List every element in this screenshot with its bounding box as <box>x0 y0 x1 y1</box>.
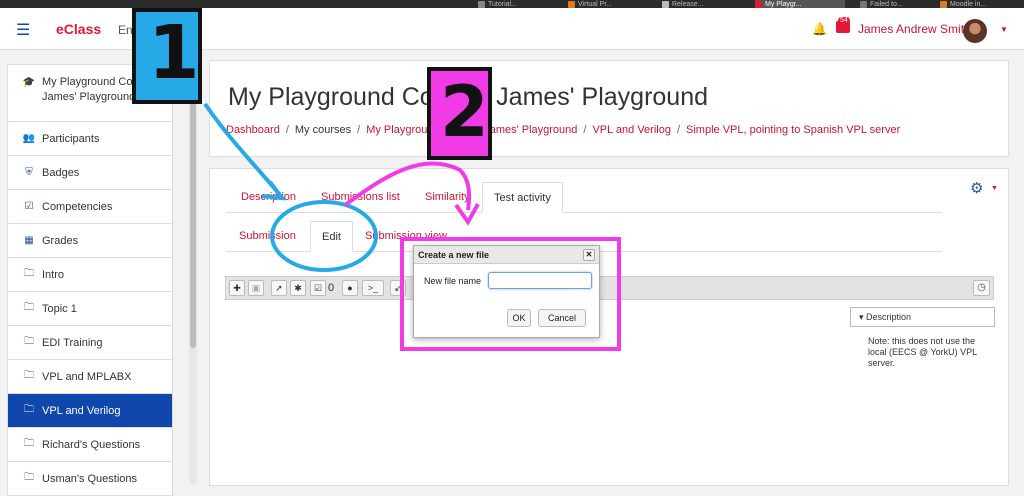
tab-similarity[interactable]: Similarity <box>414 182 481 213</box>
tab-test-activity[interactable]: Test activity <box>482 182 563 213</box>
folder-icon: 🗀 <box>24 268 34 279</box>
folder-icon: 🗀 <box>24 336 34 347</box>
brand-logo[interactable]: eClass <box>56 21 101 37</box>
checkbox-icon: ☑ <box>24 201 34 212</box>
folder-icon: 🗀 <box>24 404 34 415</box>
shield-icon: ⛨ <box>25 167 33 178</box>
breadcrumb-separator: / <box>285 124 289 136</box>
tab-favicon-icon <box>478 0 485 8</box>
page-header: My Playground Course: James' Playground … <box>209 60 1009 157</box>
breadcrumb-my-courses: My courses <box>294 124 352 136</box>
run-rocket-icon[interactable]: ➚ <box>271 280 287 296</box>
sidebar-scrollbar-thumb[interactable] <box>190 68 196 348</box>
save-icon[interactable]: ▣ <box>248 280 264 296</box>
sidebar-item-topic-1[interactable]: 🗀 Topic 1 <box>7 292 173 326</box>
sidebar-item-vpl-verilog[interactable]: 🗀 VPL and Verilog <box>7 394 173 428</box>
create-file-dialog: Create a new file ✕ New file name OK Can… <box>413 245 600 338</box>
primary-tabs: Description Submissions list Similarity … <box>226 182 942 213</box>
cancel-button[interactable]: Cancel <box>538 309 586 327</box>
ok-button[interactable]: OK <box>507 309 531 327</box>
clock-icon[interactable]: ◷ <box>973 280 990 296</box>
breadcrumb-section[interactable]: VPL and Verilog <box>592 124 670 136</box>
course-sidebar: 🎓 My Playground Course: James' Playgroun… <box>0 60 200 496</box>
breadcrumb-separator: / <box>583 124 587 136</box>
users-icon: 👥 <box>22 133 36 144</box>
chevron-down-icon[interactable]: ▼ <box>1000 25 1008 34</box>
sidebar-item-course[interactable]: 🎓 My Playground Course: James' Playgroun… <box>7 64 173 122</box>
chevron-down-icon[interactable]: ▼ <box>991 185 998 192</box>
browser-tab[interactable]: Failed to... <box>860 0 903 8</box>
close-icon[interactable]: ✕ <box>583 249 595 261</box>
gear-icon[interactable]: ⚙ <box>970 179 983 197</box>
message-count-badge: 54 <box>838 17 850 24</box>
dialog-title: Create a new file ✕ <box>414 246 599 264</box>
evaluate-check-icon[interactable]: ☑ <box>310 280 326 296</box>
sidebar-item-grades[interactable]: ▦ Grades <box>7 224 173 258</box>
comment-icon[interactable]: ● <box>342 280 358 296</box>
sidebar-item-usmans-questions[interactable]: 🗀 Usman's Questions <box>7 462 173 496</box>
breadcrumb: Dashboard / My courses / My Playground Cou… <box>226 124 900 136</box>
breadcrumb-separator: / <box>357 124 361 136</box>
folder-icon: 🗀 <box>24 472 34 483</box>
sidebar-nav-list: 🎓 My Playground Course: James' Playgroun… <box>7 64 173 496</box>
breadcrumb-activity[interactable]: Simple VPL, pointing to Spanish VPL serv… <box>686 124 900 136</box>
tab-edit[interactable]: Edit <box>310 221 353 252</box>
breadcrumb-dashboard[interactable]: Dashboard <box>226 124 280 136</box>
folder-icon: 🗀 <box>24 438 34 449</box>
evaluation-count: 0 <box>328 282 335 294</box>
browser-tab[interactable]: Virtual Pr... <box>568 0 612 8</box>
tab-favicon-icon <box>568 0 575 8</box>
file-name-label: New file name <box>424 276 482 286</box>
description-toggle[interactable]: ▾ Description <box>850 307 995 327</box>
hamburger-menu-icon[interactable]: ☰ <box>16 20 30 40</box>
avatar[interactable] <box>963 19 987 43</box>
tab-favicon-icon <box>662 0 669 8</box>
top-navbar: ☰ eClass Eng 🔔 54 James Andrew Smith ▼ <box>0 8 1024 50</box>
main-content: ⚙ ▼ Description Submissions list Similar… <box>209 168 1009 486</box>
sidebar-item-badges[interactable]: ⛨ Badges <box>7 156 173 190</box>
sidebar-item-competencies[interactable]: ☑ Competencies <box>7 190 173 224</box>
language-selector[interactable]: Eng <box>118 23 139 37</box>
tab-favicon-icon <box>940 0 947 8</box>
sidebar-item-vpl-mplabx[interactable]: 🗀 VPL and MPLABX <box>7 360 173 394</box>
fullscreen-icon[interactable]: ↙ <box>390 280 406 296</box>
console-icon[interactable]: >_ <box>362 280 384 296</box>
bell-icon[interactable]: 🔔 <box>812 22 827 36</box>
browser-tab[interactable]: Moodle in... <box>940 0 986 8</box>
page-title: My Playground Course: James' Playground <box>228 83 709 111</box>
sidebar-item-intro[interactable]: 🗀 Intro <box>7 258 173 292</box>
description-note: Note: this does not use the local (EECS … <box>868 336 977 368</box>
file-name-input[interactable] <box>488 272 592 289</box>
tab-favicon-icon <box>860 0 867 8</box>
sidebar-item-participants[interactable]: 👥 Participants <box>7 122 173 156</box>
tab-favicon-icon <box>755 0 762 8</box>
graduation-cap-icon: 🎓 <box>22 77 36 88</box>
browser-tab[interactable]: Tutorial... <box>478 0 517 8</box>
browser-tab-strip: Tutorial... Virtual Pr... Release... My … <box>0 0 1024 8</box>
browser-tab-active[interactable]: My Playgr... <box>755 0 845 8</box>
table-icon: ▦ <box>24 235 34 246</box>
debug-bug-icon[interactable]: ✱ <box>290 280 306 296</box>
tab-description[interactable]: Description <box>230 182 307 213</box>
folder-icon: 🗀 <box>24 370 34 381</box>
tab-submissions-list[interactable]: Submissions list <box>310 182 411 213</box>
tab-submission[interactable]: Submission <box>228 221 307 252</box>
user-name[interactable]: James Andrew Smith <box>858 22 971 36</box>
browser-tab[interactable]: Release... <box>662 0 704 8</box>
new-file-button-icon[interactable]: ✚ <box>229 280 245 296</box>
sidebar-item-richards-questions[interactable]: 🗀 Richard's Questions <box>7 428 173 462</box>
breadcrumb-separator: / <box>676 124 681 136</box>
sidebar-item-edi-training[interactable]: 🗀 EDI Training <box>7 326 173 360</box>
breadcrumb-course[interactable]: My Playground Course: James' Playground <box>366 124 577 136</box>
vpl-editor-toolbar: ✚ ▣ ➚ ✱ ☑ 0 ● >_ ↙ ◷ <box>225 276 994 300</box>
folder-icon: 🗀 <box>24 302 34 313</box>
